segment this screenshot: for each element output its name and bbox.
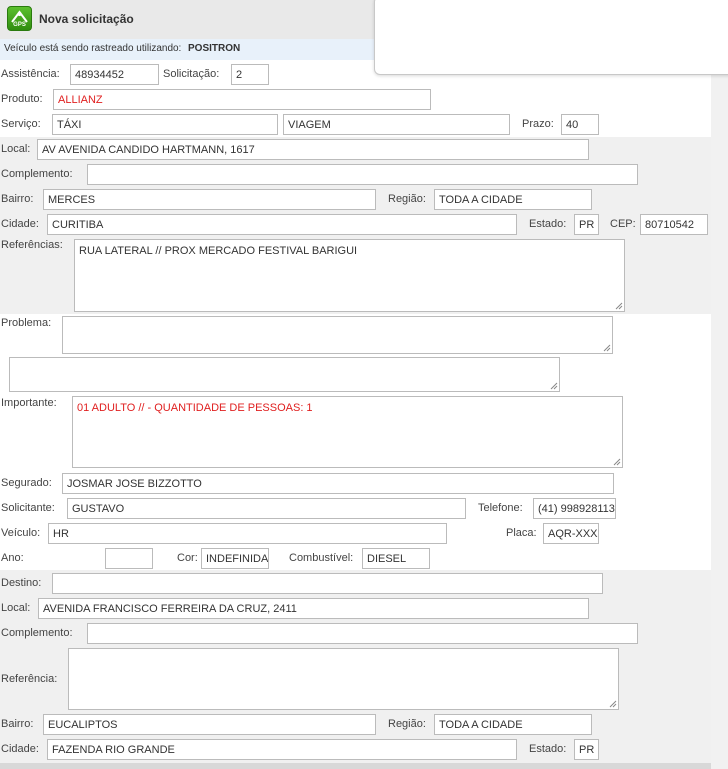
telefone-label: Telefone: [478,502,523,514]
assistencia-field[interactable]: 48934452 [70,64,159,85]
veiculo-field[interactable]: HR [48,523,447,544]
destino-referencia-textarea[interactable] [68,648,619,710]
gps-app-icon: GPS [7,6,32,31]
referencias-textarea[interactable]: RUA LATERAL // PROX MERCADO FESTIVAL BAR… [74,239,625,312]
servico-field[interactable]: TÁXI [52,114,278,135]
bairro-field[interactable]: MERCES [43,189,376,210]
destino-complemento-label: Complemento: [1,627,73,639]
popup-panel [374,0,728,75]
cor-field[interactable]: INDEFINIDA [201,548,269,569]
tracking-system: POSITRON [188,43,241,54]
cidade-label: Cidade: [1,218,39,230]
destino-local-label: Local: [1,602,31,614]
destino-label: Destino: [1,577,42,589]
complemento-field[interactable] [87,164,638,185]
resize-grip-icon[interactable] [613,458,621,466]
destino-complemento-field[interactable] [87,623,638,644]
destino-regiao-label: Região: [388,718,426,730]
referencias-text: RUA LATERAL // PROX MERCADO FESTIVAL BAR… [79,245,358,257]
produto-label: Produto: [1,93,43,105]
resize-grip-icon[interactable] [603,344,611,352]
resize-grip-icon[interactable] [550,382,558,390]
importante-text: 01 ADULTO // - QUANTIDADE DE PESSOAS: 1 [77,402,313,414]
combustivel-label: Combustível: [289,552,354,564]
destino-bairro-label: Bairro: [1,718,34,730]
veiculo-label: Veículo: [1,527,41,539]
importante-label: Importante: [1,397,57,409]
bottom-toolbar-edge [0,763,711,769]
combustivel-field[interactable]: DIESEL [362,548,430,569]
placa-label: Placa: [506,527,537,539]
page-title: Nova solicitação [39,12,134,26]
segurado-label: Segurado: [1,477,52,489]
destino-bairro-field[interactable]: EUCALIPTOS [43,714,376,735]
ano-field[interactable] [105,548,153,569]
produto-field[interactable]: ALLIANZ [53,89,431,110]
problema-extra-textarea[interactable] [9,357,560,392]
local-label: Local: [1,143,31,155]
prazo-field[interactable]: 40 [561,114,599,135]
destino-regiao-field[interactable]: TODA A CIDADE [434,714,592,735]
solicitante-label: Solicitante: [1,502,55,514]
cep-field[interactable]: 80710542 [640,214,708,235]
placa-field[interactable]: AQR-XXXX [543,523,599,544]
cor-label: Cor: [177,552,198,564]
vertical-scrollbar[interactable] [711,60,728,769]
destino-referencia-label: Referência: [1,673,58,685]
destino-cidade-label: Cidade: [1,743,39,755]
destino-cidade-field[interactable]: FAZENDA RIO GRANDE [47,739,517,760]
servico-label: Serviço: [1,118,41,130]
assistencia-label: Assistência: [1,68,60,80]
cep-label: CEP: [610,218,636,230]
solicitacao-label: Solicitação: [163,68,220,80]
destino-estado-field[interactable]: PR [574,739,599,760]
importante-textarea[interactable]: 01 ADULTO // - QUANTIDADE DE PESSOAS: 1 [72,396,623,468]
estado-label: Estado: [529,218,567,230]
resize-grip-icon[interactable] [609,700,617,708]
cidade-field[interactable]: CURITIBA [47,214,517,235]
estado-field[interactable]: PR [574,214,599,235]
referencias-label: Referências: [1,239,63,251]
problema-textarea[interactable] [62,316,613,354]
destino-estado-label: Estado: [529,743,567,755]
prazo-label: Prazo: [522,118,554,130]
servico-type-field[interactable]: VIAGEM [283,114,510,135]
destino-local-field[interactable]: AVENIDA FRANCISCO FERREIRA DA CRUZ, 2411 [38,598,589,619]
destino-field[interactable] [52,573,603,594]
regiao-label: Região: [388,193,426,205]
regiao-field[interactable]: TODA A CIDADE [434,189,592,210]
tracking-text: Veículo está sendo rastreado utilizando: [4,43,182,54]
resize-grip-icon[interactable] [615,302,623,310]
local-field[interactable]: AV AVENIDA CANDIDO HARTMANN, 1617 [37,139,589,160]
complemento-label: Complemento: [1,168,73,180]
bairro-label: Bairro: [1,193,34,205]
problema-label: Problema: [1,317,52,329]
segurado-field[interactable]: JOSMAR JOSE BIZZOTTO [62,473,614,494]
ano-label: Ano: [1,552,24,564]
telefone-field[interactable]: (41) 998928113 [533,498,616,519]
solicitante-field[interactable]: GUSTAVO [67,498,466,519]
app-icon-text: GPS [13,22,26,28]
solicitacao-field[interactable]: 2 [231,64,269,85]
